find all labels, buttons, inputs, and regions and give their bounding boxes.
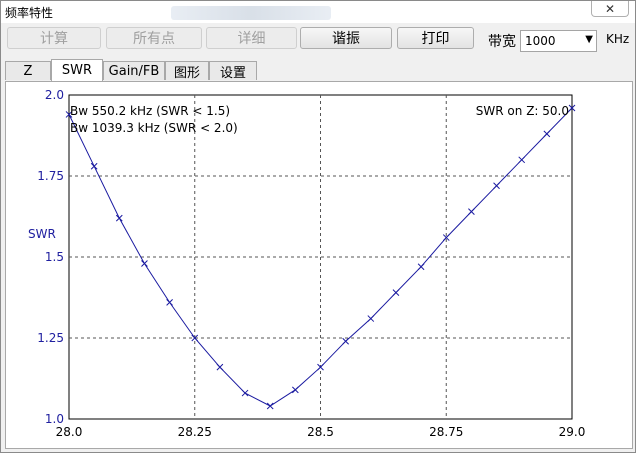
bandwidth-value: 1000 xyxy=(525,34,556,48)
swr-chart: 28.0 28.25 28.5 28.75 29.01.01.251.51.752.0 … xyxy=(28,88,586,439)
x-tick-label: 28.25 xyxy=(178,425,212,439)
tab-z[interactable]: Z xyxy=(5,61,51,80)
swr-panel: 28.0 28.25 28.5 28.75 29.0 1.0 1.25 1.5 1.75 2.0 … xyxy=(5,81,633,449)
y-tick-label: 1.5 xyxy=(45,250,64,264)
bandwidth-label: 带宽 xyxy=(488,34,516,50)
all-points-button[interactable]: 所有点 xyxy=(106,27,202,49)
close-button[interactable]: ✕ xyxy=(591,1,629,17)
toolbar: 计算 所有点 详细 谐振 打印 带宽 1000 ▼ KHz xyxy=(1,23,635,59)
y-tick-label: 2.0 xyxy=(45,88,64,102)
swr-reference-annotation: SWR on Z: 50.0 xyxy=(476,104,569,118)
bw-annotation-2: Bw 1039.3 kHz (SWR < 2.0) xyxy=(70,121,238,135)
tab-swr[interactable]: SWR xyxy=(51,59,103,81)
calculate-button[interactable]: 计算 xyxy=(7,27,101,49)
y-tick-label: 1.25 xyxy=(37,331,64,345)
close-icon: ✕ xyxy=(604,1,616,16)
y-tick-label: 1.75 xyxy=(37,169,64,183)
y-tick-label: 1.0 xyxy=(45,412,64,426)
x-tick-label: 28.0 xyxy=(56,425,83,439)
blurred-title-area xyxy=(171,6,331,20)
tab-gain-fb[interactable]: Gain/FB xyxy=(103,61,165,80)
x-tick-label: 28.5 xyxy=(307,425,334,439)
window-title: 频率特性 xyxy=(5,6,54,20)
bandwidth-unit: KHz xyxy=(606,32,630,46)
print-button[interactable]: 打印 xyxy=(397,27,474,49)
x-tick-label: 28.75 xyxy=(429,425,463,439)
title-bar[interactable]: 频率特性 ✕ xyxy=(1,1,635,23)
resonance-button[interactable]: 谐振 xyxy=(300,27,392,49)
x-tick-label: 29.0 xyxy=(559,425,586,439)
details-button[interactable]: 详细 xyxy=(206,27,297,49)
tab-graph[interactable]: 图形 xyxy=(165,61,209,81)
frequency-response-window: 频率特性 ✕ 计算 所有点 详细 谐振 打印 带宽 1000 ▼ KHz Z S… xyxy=(0,0,636,453)
chevron-down-icon: ▼ xyxy=(585,34,593,45)
tab-settings[interactable]: 设置 xyxy=(209,61,257,81)
bw-annotation-1: Bw 550.2 kHz (SWR < 1.5) xyxy=(70,104,230,118)
bandwidth-select[interactable]: 1000 ▼ xyxy=(520,30,597,52)
y-axis-label: SWR xyxy=(28,227,56,241)
